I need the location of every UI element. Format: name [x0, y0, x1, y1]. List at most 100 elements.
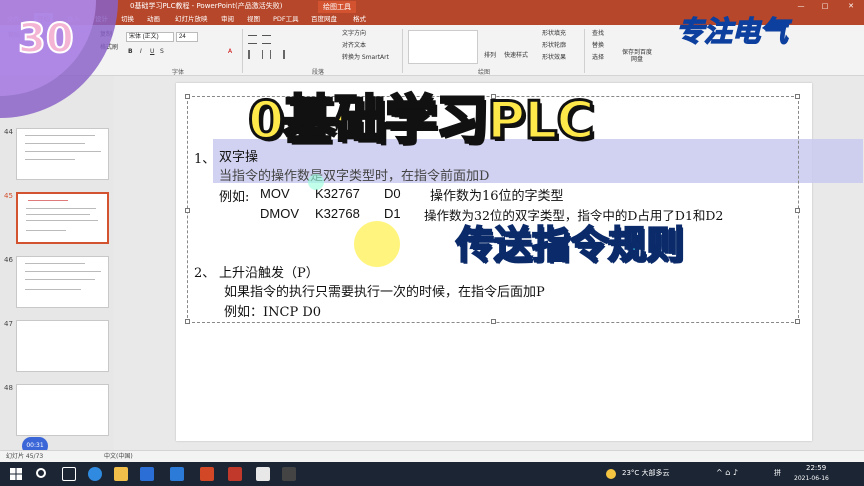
bold-button[interactable]: B: [128, 47, 133, 56]
close-button[interactable]: ✕: [840, 0, 862, 13]
system-tray-icons[interactable]: ^ ⌂ ♪: [716, 468, 738, 477]
ex2-operand-a: K32768: [315, 206, 360, 221]
resize-handle[interactable]: [491, 319, 496, 324]
store-icon[interactable]: [140, 467, 154, 481]
separator: [584, 29, 585, 73]
video-title: 0基础学习PLC: [247, 90, 597, 153]
resize-handle[interactable]: [795, 208, 800, 213]
font-color-button[interactable]: A: [228, 47, 232, 56]
clock-date[interactable]: 2021-06-16: [794, 475, 829, 482]
text-direction-button[interactable]: 文字方向: [342, 29, 366, 38]
shape-outline-button[interactable]: 形状轮廓: [542, 41, 566, 50]
minimize-button[interactable]: —: [790, 0, 812, 13]
window-title: 0基础学习PLC教程 - PowerPoint(产品激活失败): [130, 2, 283, 10]
item2-number: 2、: [194, 266, 216, 281]
thumbnail-number: 44: [4, 128, 13, 136]
app-icon[interactable]: [256, 467, 270, 481]
item2-title: 上升沿触发（P）: [219, 266, 319, 281]
task-view-icon[interactable]: [62, 467, 76, 481]
context-tab-label: 绘图工具: [318, 1, 356, 13]
group-label-paragraph: 段落: [312, 69, 325, 76]
ex1-instruction: MOV: [260, 186, 290, 201]
replace-button[interactable]: 替换: [592, 41, 604, 50]
resize-handle[interactable]: [795, 94, 800, 99]
slide-thumbnail-selected[interactable]: [16, 192, 109, 244]
separator: [402, 29, 403, 73]
align-text-button[interactable]: 对齐文本: [342, 41, 366, 50]
underline-button[interactable]: U: [150, 47, 154, 56]
powerpoint-icon[interactable]: [200, 467, 214, 481]
resize-handle[interactable]: [185, 319, 190, 324]
group-label-font: 字体: [172, 69, 185, 76]
video-subtitle: 传送指令规则: [455, 222, 685, 268]
mouse-cursor-highlight: [354, 221, 400, 267]
thumbnail-number: 46: [4, 256, 13, 264]
item1-number: 1、: [194, 152, 216, 167]
align-right-icon[interactable]: [276, 50, 285, 59]
windows-taskbar: 23°C 大部多云 ^ ⌂ ♪ 拼 22:59 2021-06-16: [0, 462, 864, 486]
weather-text[interactable]: 23°C 大部多云: [622, 468, 670, 478]
numbering-icon[interactable]: [262, 35, 271, 44]
resize-handle[interactable]: [795, 319, 800, 324]
select-button[interactable]: 选择: [592, 53, 604, 62]
status-bar: 幻灯片 45/73 中文(中国): [0, 450, 864, 462]
group-label-drawing: 绘图: [478, 69, 491, 76]
align-left-icon[interactable]: [248, 50, 257, 59]
ex1-operand-a: K32767: [315, 186, 360, 201]
item1-description: 当指令的操作数是双字类型时，在指令前面加D: [219, 169, 490, 184]
maximize-button[interactable]: □: [814, 0, 836, 13]
convert-smartart-button[interactable]: 转换为 SmartArt: [342, 53, 389, 62]
brand-watermark: 专注电气: [675, 14, 789, 49]
shapes-gallery[interactable]: [408, 30, 478, 64]
windows-start-icon[interactable]: [10, 468, 22, 480]
tab-animations[interactable]: 动画: [144, 13, 163, 25]
tab-format[interactable]: 格式: [350, 13, 369, 25]
weather-icon[interactable]: [606, 469, 616, 479]
arrange-button[interactable]: 排列: [484, 51, 496, 60]
app-icon[interactable]: [282, 467, 296, 481]
slide-thumbnail[interactable]: [16, 384, 109, 436]
italic-button[interactable]: I: [140, 47, 142, 56]
resize-handle[interactable]: [185, 208, 190, 213]
quick-styles-button[interactable]: 快速样式: [504, 51, 528, 60]
shape-fill-button[interactable]: 形状填充: [542, 29, 566, 38]
ex2-instruction: DMOV: [260, 206, 299, 221]
slide-thumbnail-pane[interactable]: 44 45 46 47 48: [0, 76, 114, 450]
shape-effects-button[interactable]: 形状效果: [542, 53, 566, 62]
ime-indicator[interactable]: 拼: [774, 468, 781, 478]
find-button[interactable]: 查找: [592, 29, 604, 38]
language-indicator: 中文(中国): [104, 453, 133, 460]
save-to-baidu-button[interactable]: 保存到百度网盘: [622, 49, 652, 63]
thumbnail-number: 45: [4, 192, 13, 200]
slide-thumbnail[interactable]: [16, 256, 109, 308]
bullets-icon[interactable]: [248, 35, 257, 44]
tab-baidu-netdisk[interactable]: 百度网盘: [308, 13, 340, 25]
ex1-description: 操作数为16位的字类型: [430, 189, 564, 204]
recorder-icon[interactable]: [228, 467, 242, 481]
tab-review[interactable]: 审阅: [218, 13, 237, 25]
item2-description: 如果指令的执行只需要执行一次的时候，在指令后面加P: [224, 285, 545, 300]
file-explorer-icon[interactable]: [114, 467, 128, 481]
app-icon[interactable]: [170, 467, 184, 481]
tab-pdf-tools[interactable]: PDF工具: [270, 13, 302, 25]
search-icon[interactable]: [36, 468, 46, 478]
tab-slideshow[interactable]: 幻灯片放映: [172, 13, 211, 25]
font-size-select[interactable]: 24: [176, 32, 198, 42]
clock-time[interactable]: 22:59: [806, 464, 826, 472]
shadow-button[interactable]: S: [160, 47, 164, 56]
ex2-operand-b: D1: [384, 206, 401, 221]
edge-browser-icon[interactable]: [88, 467, 102, 481]
thumbnail-number: 47: [4, 320, 13, 328]
episode-number: 30: [17, 15, 75, 63]
slide-thumbnail[interactable]: [16, 320, 109, 372]
item2-example: 例如：INCP D0: [224, 305, 322, 320]
separator: [242, 29, 243, 73]
tab-view[interactable]: 视图: [244, 13, 263, 25]
thumbnail-number: 48: [4, 384, 13, 392]
align-center-icon[interactable]: [262, 50, 271, 59]
resize-handle[interactable]: [185, 94, 190, 99]
slide-thumbnail[interactable]: [16, 128, 109, 180]
font-name-select[interactable]: 宋体 (正文): [126, 32, 174, 42]
tab-transitions[interactable]: 切换: [118, 13, 137, 25]
example-label: 例如:: [219, 190, 250, 205]
